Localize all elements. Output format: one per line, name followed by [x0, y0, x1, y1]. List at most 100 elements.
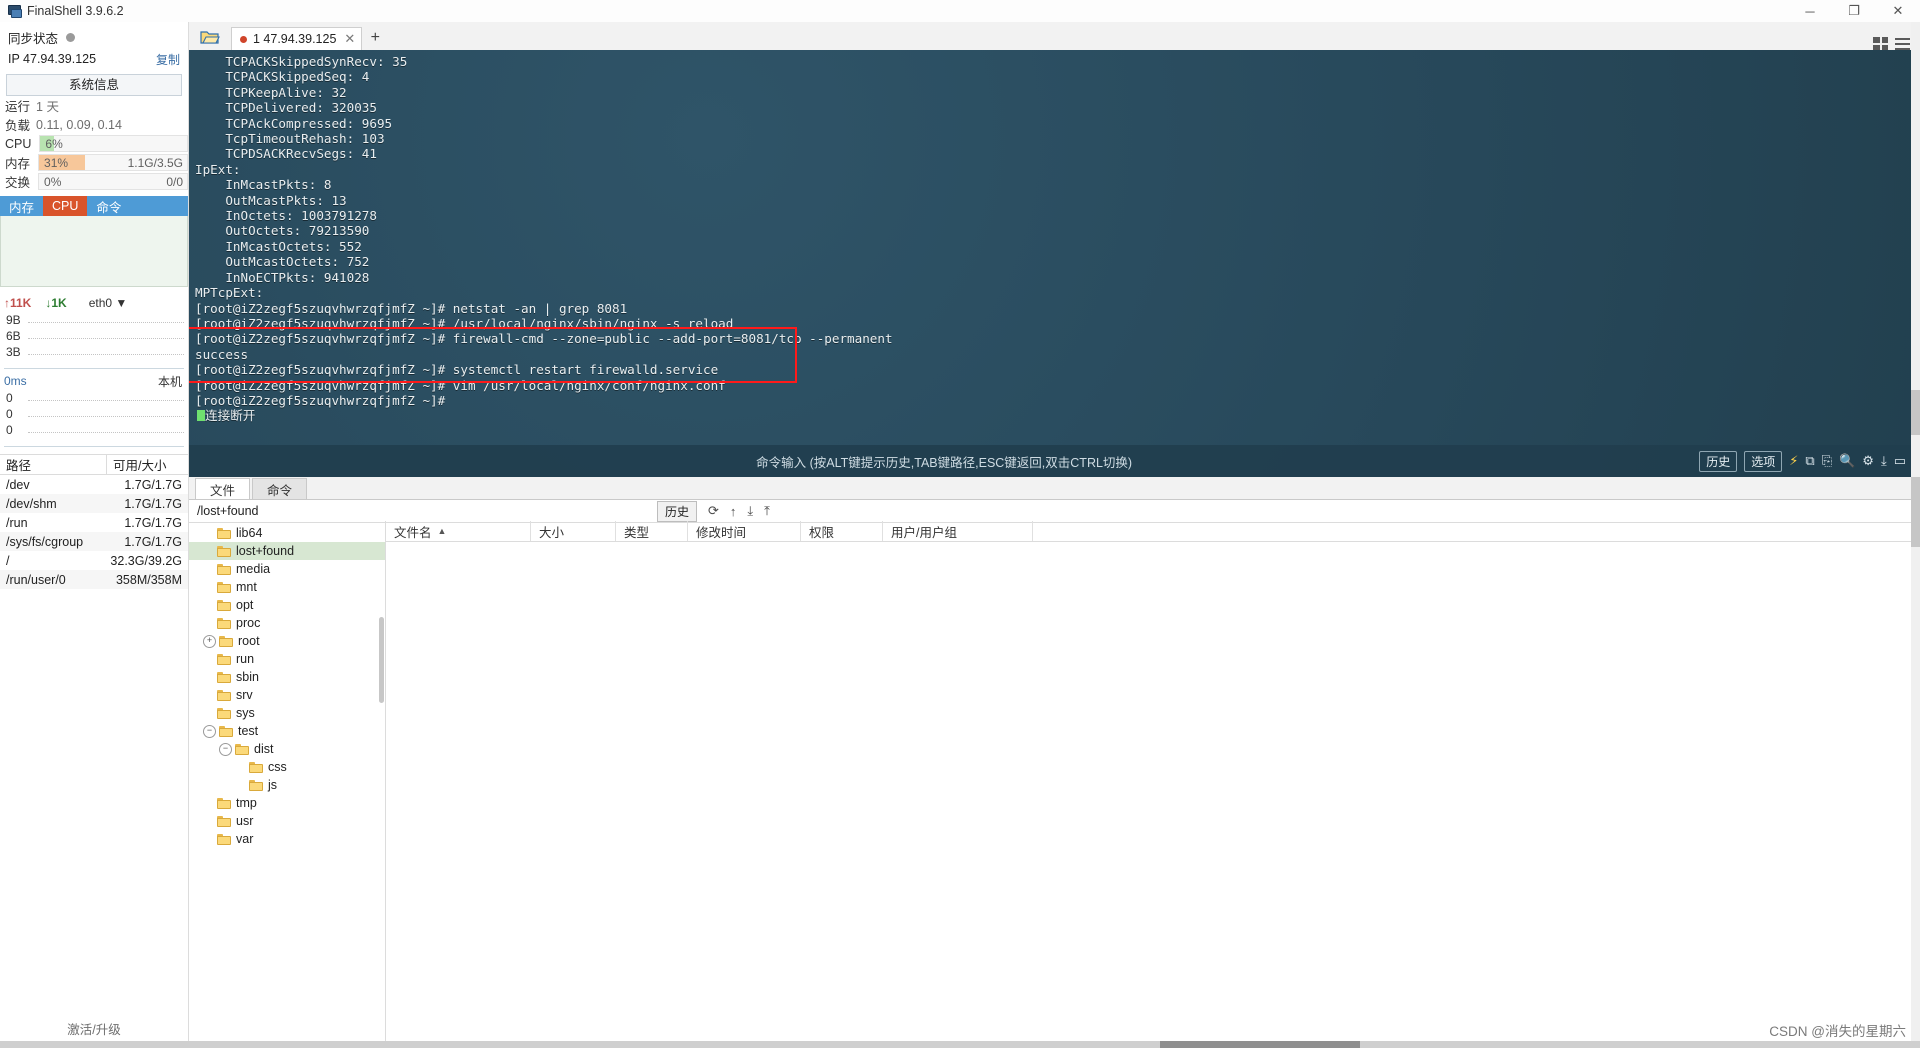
open-folder-icon[interactable]	[193, 24, 227, 50]
minimize-button[interactable]: ─	[1788, 0, 1832, 22]
meter-row-CPU: CPU 6%	[0, 134, 188, 153]
tree-node-opt[interactable]: opt	[189, 596, 385, 614]
title-bar: FinalShell 3.9.6.2 ─ ❐ ✕	[0, 0, 1920, 23]
file-panel-tab-文件[interactable]: 文件	[195, 478, 251, 499]
copy-link[interactable]: 复制	[156, 51, 180, 68]
tree-toggle-icon[interactable]: −	[203, 724, 216, 738]
tree-node-srv[interactable]: srv	[189, 686, 385, 704]
file-panel-scrollbar[interactable]	[1911, 477, 1920, 1048]
file-history-button[interactable]: 历史	[657, 500, 698, 522]
tree-node-sys[interactable]: sys	[189, 704, 385, 722]
tree-toggle-icon[interactable]	[235, 762, 246, 773]
file-column-类型[interactable]: 类型	[616, 521, 688, 541]
process-tab-CPU[interactable]: CPU	[43, 196, 88, 216]
tree-toggle-icon[interactable]	[203, 798, 214, 809]
tree-scrollbar-thumb[interactable]	[379, 617, 384, 703]
paste-icon[interactable]: ⎘	[1822, 453, 1832, 469]
disk-row[interactable]: /sys/fs/cgroup 1.7G/1.7G	[0, 532, 188, 551]
tree-toggle-icon[interactable]	[203, 708, 214, 719]
disk-row[interactable]: /run 1.7G/1.7G	[0, 513, 188, 532]
tree-toggle-icon[interactable]	[235, 780, 246, 791]
system-info-button[interactable]: 系统信息	[6, 74, 182, 96]
activate-link[interactable]: 激活/升级	[0, 1019, 188, 1038]
tree-toggle-icon[interactable]	[203, 654, 214, 665]
menu-bars-icon[interactable]	[1895, 37, 1910, 50]
graph-axis-label: 0	[6, 423, 13, 437]
terminal-line: InNoECTPkts: 941028	[195, 269, 370, 285]
tree-node-mnt[interactable]: mnt	[189, 578, 385, 596]
tree-node-test[interactable]: − test	[189, 722, 385, 740]
tree-node-tmp[interactable]: tmp	[189, 794, 385, 812]
tree-node-lost+found[interactable]: lost+found	[189, 542, 385, 560]
tree-node-lib64[interactable]: lib64	[189, 524, 385, 542]
tree-toggle-icon[interactable]	[203, 582, 214, 593]
tree-toggle-icon[interactable]	[203, 816, 214, 827]
bottom-horizontal-scrollbar[interactable]	[0, 1041, 1920, 1048]
file-panel-scroll-thumb[interactable]	[1911, 477, 1920, 547]
disk-row[interactable]: /run/user/0 358M/358M	[0, 570, 188, 589]
tree-node-var[interactable]: var	[189, 830, 385, 848]
tab-close-icon[interactable]: ✕	[344, 31, 355, 47]
file-list[interactable]: 文件名 ▲ 大小 类型 修改时间 权限 用户/用户组 CSDN @消失的星期六	[386, 521, 1920, 1048]
maximize-button[interactable]: ❐	[1832, 0, 1876, 22]
tree-toggle-icon[interactable]	[203, 834, 214, 845]
up-icon[interactable]: ↑	[730, 504, 737, 519]
network-interface-select[interactable]: eth0 ▼	[89, 296, 128, 310]
disk-path: /dev	[6, 477, 30, 492]
tree-toggle-icon[interactable]	[203, 528, 214, 539]
download-icon[interactable]: ⤓	[1881, 453, 1887, 469]
tree-node-js[interactable]: js	[189, 776, 385, 794]
tree-node-css[interactable]: css	[189, 758, 385, 776]
upload-icon[interactable]: ⤒	[764, 503, 770, 519]
tree-node-root[interactable]: + root	[189, 632, 385, 650]
gear-icon[interactable]: ⚙	[1862, 453, 1874, 469]
tree-toggle-icon[interactable]	[203, 618, 214, 629]
process-tab-内存[interactable]: 内存	[0, 196, 43, 216]
tree-toggle-icon[interactable]	[203, 672, 214, 683]
disk-col-size: 可用/大小	[106, 455, 188, 474]
disk-row[interactable]: / 32.3G/39.2G	[0, 551, 188, 570]
file-column-文件名[interactable]: 文件名 ▲	[386, 521, 531, 541]
terminal-right-scroll-thumb[interactable]	[1911, 390, 1920, 435]
terminal-line: [root@iZ2zegf5szuqvhwrzqfjmfZ ~]# firewa…	[195, 331, 893, 347]
bolt-icon[interactable]: ⚡	[1789, 453, 1798, 469]
refresh-icon[interactable]: ⟳	[708, 503, 719, 519]
file-column-权限[interactable]: 权限	[801, 521, 883, 541]
file-panel-tab-命令[interactable]: 命令	[252, 478, 308, 499]
terminal-tab[interactable]: 1 47.94.39.125 ✕	[231, 27, 363, 50]
tree-node-run[interactable]: run	[189, 650, 385, 668]
directory-tree[interactable]: lib64 lost+found media mnt opt proc + root run sb…	[189, 521, 386, 1048]
copy-icon[interactable]: ⧉	[1805, 453, 1814, 469]
new-tab-button[interactable]: +	[362, 26, 388, 50]
tree-node-media[interactable]: media	[189, 560, 385, 578]
file-column-大小[interactable]: 大小	[531, 521, 616, 541]
tree-toggle-icon[interactable]	[203, 690, 214, 701]
tree-toggle-icon[interactable]	[203, 546, 214, 557]
search-icon[interactable]: 🔍	[1839, 453, 1855, 469]
tree-node-sbin[interactable]: sbin	[189, 668, 385, 686]
tree-node-dist[interactable]: − dist	[189, 740, 385, 758]
disk-size: 1.7G/1.7G	[124, 515, 182, 530]
command-input-placeholder[interactable]: 命令输入 (按ALT键提示历史,TAB键路径,ESC键返回,双击CTRL切换)	[189, 452, 1699, 471]
terminal-output[interactable]: TCPACKSkippedSynRecv: 35 TCPACKSkippedSe…	[189, 50, 1920, 477]
tree-node-usr[interactable]: usr	[189, 812, 385, 830]
tree-node-proc[interactable]: proc	[189, 614, 385, 632]
window-icon[interactable]: ▭	[1894, 453, 1906, 469]
download-icon[interactable]: ⤓	[747, 503, 753, 519]
disk-row[interactable]: /dev/shm 1.7G/1.7G	[0, 494, 188, 513]
bottom-scroll-thumb[interactable]	[1160, 1041, 1360, 1048]
options-button[interactable]: 选项	[1744, 450, 1783, 472]
terminal-right-scrollbar[interactable]	[1911, 22, 1920, 477]
history-button[interactable]: 历史	[1699, 450, 1738, 472]
tree-toggle-icon[interactable]	[203, 600, 214, 611]
tree-toggle-icon[interactable]: −	[219, 742, 232, 756]
close-button[interactable]: ✕	[1876, 0, 1920, 22]
file-column-修改时间[interactable]: 修改时间	[688, 521, 801, 541]
file-path-input[interactable]: /lost+found	[189, 504, 657, 518]
disk-row[interactable]: /dev 1.7G/1.7G	[0, 475, 188, 494]
tree-toggle-icon[interactable]	[203, 564, 214, 575]
tree-toggle-icon[interactable]: +	[203, 634, 216, 648]
split-grid-icon[interactable]	[1873, 37, 1888, 50]
file-column-用户/用户组[interactable]: 用户/用户组	[883, 521, 1033, 541]
process-tab-命令[interactable]: 命令	[87, 196, 130, 216]
